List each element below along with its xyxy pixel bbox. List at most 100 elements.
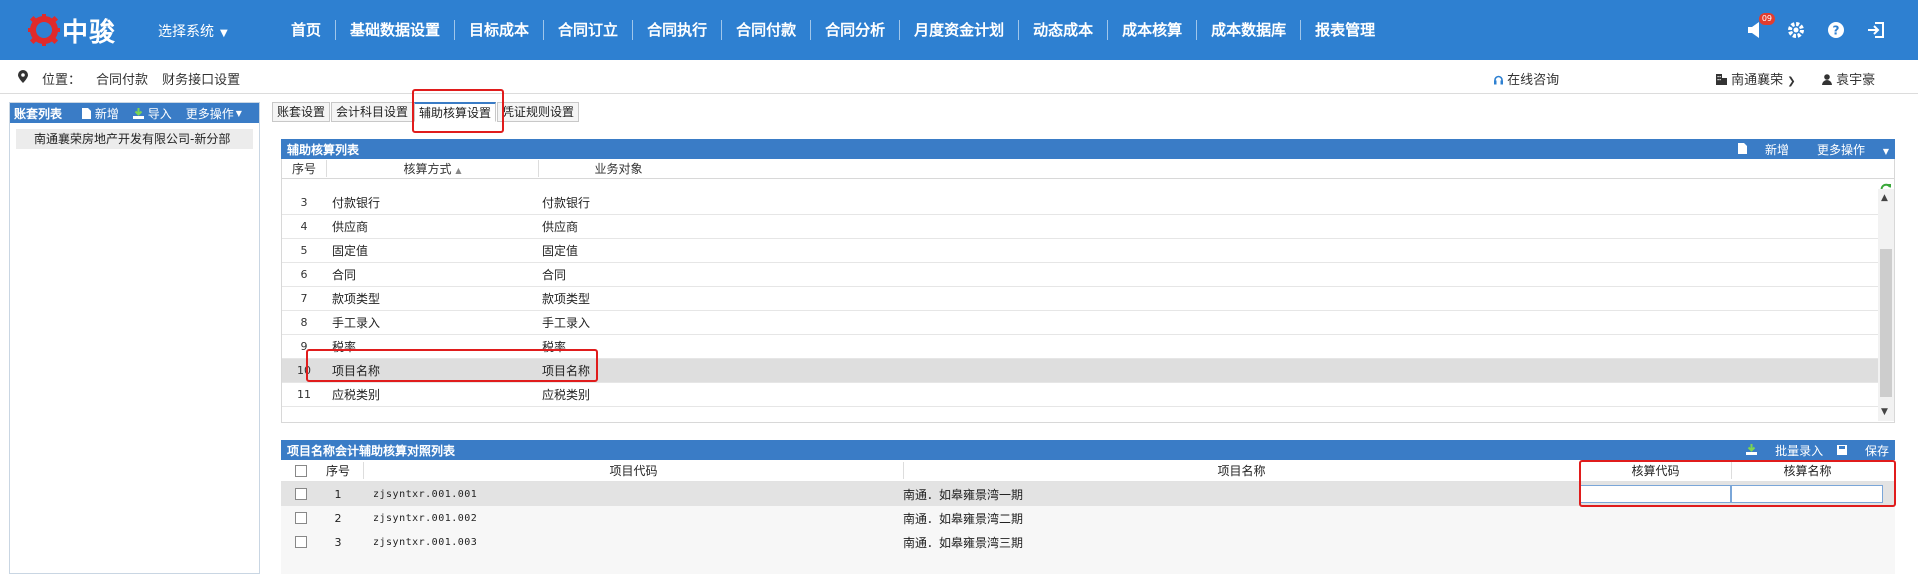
- download-icon: [132, 107, 144, 119]
- account-set-header: 账套列表 新增 导入 更多操作 ▼: [10, 103, 259, 123]
- nav-contract-analysis[interactable]: 合同分析: [811, 18, 899, 42]
- tab-account-set[interactable]: 账套设置: [272, 102, 331, 122]
- cell-seq: 10: [297, 364, 311, 377]
- brand-name: 中骏: [62, 17, 117, 48]
- cell-method: 供应商: [332, 220, 369, 234]
- online-consult-link[interactable]: 在线咨询: [1494, 69, 1559, 88]
- nav-contract-sign[interactable]: 合同订立: [544, 18, 632, 42]
- table-row[interactable]: 3 zjsyntxr.001.003 南通．如皋雍景湾三期: [281, 530, 1895, 554]
- col-method-label: 核算方式: [403, 162, 452, 176]
- row-checkbox[interactable]: [295, 512, 307, 524]
- cell-project-name: 南通．如皋雍景湾三期: [903, 535, 1024, 550]
- add-account-set-button[interactable]: 新增: [82, 105, 119, 122]
- cell-project-name: 南通．如皋雍景湾二期: [903, 511, 1024, 526]
- cell-object: 项目名称: [542, 364, 591, 378]
- table-row[interactable]: 9 税率 税率: [282, 335, 1878, 359]
- batch-entry-label: 批量录入: [1775, 443, 1824, 458]
- col-object[interactable]: 业务对象: [538, 160, 698, 177]
- aux-list-scrollbar[interactable]: ▲ ▼: [1878, 189, 1894, 421]
- system-select[interactable]: 选择系统 ▼: [158, 21, 228, 41]
- tab-aux-accounting[interactable]: 辅助核算设置: [414, 102, 497, 122]
- cell-method: 款项类型: [332, 292, 381, 306]
- logout-icon[interactable]: [1864, 18, 1888, 42]
- more-actions-button[interactable]: 更多操作 ▼: [186, 105, 242, 122]
- batch-entry-button[interactable]: 批量录入: [1746, 442, 1823, 459]
- help-icon[interactable]: ?: [1824, 18, 1848, 42]
- table-row[interactable]: 5 固定值 固定值: [282, 239, 1878, 263]
- col-method[interactable]: 核算方式 ▲: [326, 160, 538, 177]
- tab-voucher-rules[interactable]: 凭证规则设置: [497, 102, 580, 122]
- add-aux-button[interactable]: 新增: [1738, 141, 1789, 158]
- cell-method: 项目名称: [332, 364, 381, 378]
- user-icon: [1822, 74, 1832, 85]
- col-project-code[interactable]: 项目代码: [363, 462, 903, 479]
- cell-seq: 1: [334, 487, 342, 501]
- breadcrumb-item[interactable]: 财务接口设置: [162, 73, 240, 88]
- table-row[interactable]: 11 应税类别 应税类别: [282, 383, 1878, 407]
- acct-name-input[interactable]: [1731, 485, 1883, 503]
- aux-more-label: 更多操作: [1817, 142, 1866, 157]
- nav-cost-accounting[interactable]: 成本核算: [1108, 18, 1196, 42]
- scroll-up-icon[interactable]: ▲: [1881, 193, 1888, 203]
- breadcrumb-item[interactable]: 合同付款: [96, 73, 148, 88]
- table-row[interactable]: 8 手工录入 手工录入: [282, 311, 1878, 335]
- gear-icon[interactable]: [1784, 18, 1808, 42]
- col-acct-code[interactable]: 核算代码: [1579, 462, 1731, 479]
- scroll-down-icon[interactable]: ▼: [1881, 407, 1888, 417]
- col-project-name[interactable]: 项目名称: [903, 462, 1579, 479]
- company-switcher[interactable]: 南通襄荣 ❯: [1716, 69, 1796, 88]
- nav-basic-data[interactable]: 基础数据设置: [336, 18, 454, 42]
- sort-asc-icon: ▲: [455, 166, 462, 175]
- notification-badge: 09: [1758, 13, 1775, 25]
- top-navbar: 中骏 选择系统 ▼ 首页 基础数据设置 目标成本 合同订立 合同执行 合同付款 合…: [0, 0, 1918, 60]
- document-icon: [82, 107, 92, 119]
- location-pin-icon: [18, 70, 28, 86]
- nav-cost-database[interactable]: 成本数据库: [1197, 18, 1300, 42]
- nav-target-cost[interactable]: 目标成本: [455, 18, 543, 42]
- import-button[interactable]: 导入: [132, 105, 172, 122]
- select-all-checkbox[interactable]: [295, 464, 307, 477]
- col-acct-name[interactable]: 核算名称: [1731, 462, 1883, 479]
- add-label: 新增: [94, 106, 119, 121]
- cell-object: 固定值: [542, 244, 579, 258]
- notification-icon[interactable]: 09: [1744, 13, 1775, 42]
- document-icon: [1738, 142, 1748, 154]
- mapping-list-grid: 序号 项目代码 项目名称 核算代码 核算名称 1 zjsyntxr.001.00…: [281, 460, 1895, 574]
- mapping-list-section: 项目名称会计辅助核算对照列表 批量录入 保存: [281, 440, 1895, 460]
- table-row-selected[interactable]: 10 项目名称 项目名称: [282, 359, 1878, 383]
- nav-dynamic-cost[interactable]: 动态成本: [1019, 18, 1107, 42]
- user-menu[interactable]: 袁宇豪: [1822, 69, 1875, 88]
- table-row[interactable]: 2 zjsyntxr.001.002 南通．如皋雍景湾二期: [281, 506, 1895, 530]
- cell-object: 应税类别: [542, 388, 591, 402]
- table-row[interactable]: 4 供应商 供应商: [282, 215, 1878, 239]
- nav-monthly-fund[interactable]: 月度资金计划: [900, 18, 1018, 42]
- building-icon: [1716, 74, 1727, 85]
- save-button[interactable]: 保存: [1837, 442, 1889, 459]
- table-row[interactable]: 3 付款银行 付款银行: [282, 191, 1878, 215]
- cell-method: 合同: [332, 268, 357, 282]
- nav-reports[interactable]: 报表管理: [1301, 18, 1389, 42]
- cell-method: 应税类别: [332, 388, 381, 402]
- brand-logo[interactable]: 中骏: [28, 13, 117, 48]
- settings-tabs: 账套设置 会计科目设置 辅助核算设置 凭证规则设置: [272, 102, 580, 122]
- tab-account-subject[interactable]: 会计科目设置: [331, 102, 414, 122]
- col-seq[interactable]: 序号: [282, 160, 326, 177]
- table-row[interactable]: 7 款项类型 款项类型: [282, 287, 1878, 311]
- svg-text:?: ?: [1833, 24, 1840, 38]
- logo-gear-icon: [28, 14, 60, 46]
- table-row-selected[interactable]: 1 zjsyntxr.001.001 南通．如皋雍景湾一期: [281, 482, 1895, 506]
- nav-contract-exec[interactable]: 合同执行: [633, 18, 721, 42]
- nav-home[interactable]: 首页: [277, 18, 335, 42]
- mapping-list-header: 项目名称会计辅助核算对照列表 批量录入 保存: [281, 440, 1895, 460]
- col-seq[interactable]: 序号: [313, 462, 363, 479]
- aux-more-actions-button[interactable]: 更多操作 ▼: [1803, 141, 1889, 158]
- cell-seq: 4: [300, 220, 308, 233]
- nav-contract-pay[interactable]: 合同付款: [722, 18, 810, 42]
- scrollbar-thumb[interactable]: [1880, 249, 1892, 397]
- row-checkbox[interactable]: [295, 536, 307, 548]
- row-checkbox[interactable]: [295, 488, 307, 500]
- acct-code-input[interactable]: [1579, 485, 1731, 503]
- table-row[interactable]: 6 合同 合同: [282, 263, 1878, 287]
- account-set-title: 账套列表: [14, 106, 63, 121]
- account-set-item[interactable]: 南通襄荣房地产开发有限公司-新分部: [16, 129, 253, 149]
